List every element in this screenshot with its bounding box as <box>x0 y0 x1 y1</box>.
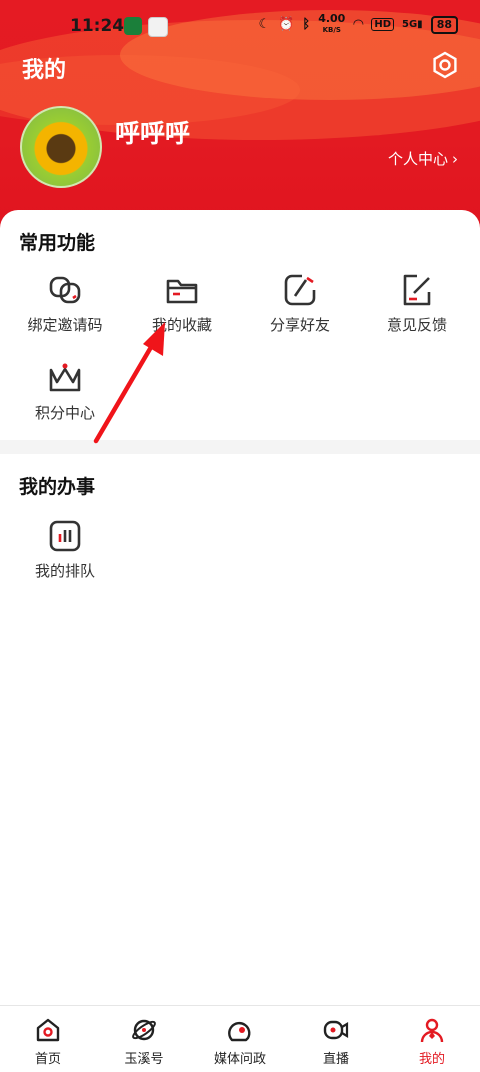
profile-icon <box>420 1018 444 1043</box>
queue-icon <box>49 520 81 552</box>
oppo-app-icon <box>124 17 142 35</box>
planet-icon <box>132 1019 156 1041</box>
my-favorites-item[interactable]: 我的收藏 <box>122 272 242 335</box>
section-title-affairs: 我的办事 <box>19 476 96 498</box>
signal-icon: 5G▮ <box>402 19 423 30</box>
hd-icon: HD <box>371 18 394 31</box>
crown-icon <box>49 363 81 392</box>
bluetooth-icon: ᛒ <box>302 17 311 32</box>
feedback-icon <box>403 274 431 306</box>
folder-icon <box>166 279 198 304</box>
profile-header: 11:24 ☾ ⏰ ᛒ 4.00 KB/S ◠ HD 5G▮ 88 我的 呼呼呼… <box>0 0 480 230</box>
link-icon <box>49 276 81 304</box>
avatar[interactable] <box>20 106 102 188</box>
points-center-item[interactable]: 积分中心 <box>5 360 125 423</box>
nav-live[interactable]: 直播 <box>288 1006 384 1072</box>
settings-icon[interactable] <box>431 51 459 79</box>
media-icon <box>228 1021 251 1042</box>
share-friends-item[interactable]: 分享好友 <box>240 272 360 335</box>
nav-yuxihao[interactable]: 玉溪号 <box>96 1006 192 1072</box>
nav-mine[interactable]: 我的 <box>384 1006 480 1072</box>
my-queue-item[interactable]: 我的排队 <box>5 518 125 581</box>
page-title: 我的 <box>22 58 67 83</box>
game-app-icon <box>148 17 168 37</box>
status-indicators: ☾ ⏰ ᛒ 4.00 KB/S ◠ HD 5G▮ 88 <box>258 12 458 35</box>
battery-indicator: 88 <box>430 15 458 34</box>
share-icon <box>284 274 316 306</box>
functions-card: 常用功能 绑定邀请码 我的收藏 分享好友 意见反馈 积分中心 <box>0 210 480 440</box>
moon-icon: ☾ <box>258 17 271 32</box>
feedback-item[interactable]: 意见反馈 <box>357 272 477 335</box>
net-speed: 4.00 KB/S <box>318 12 346 34</box>
section-title-common: 常用功能 <box>19 232 96 254</box>
alarm-icon: ⏰ <box>278 17 295 32</box>
wifi-icon: ◠ <box>353 17 364 32</box>
live-icon <box>323 1020 349 1040</box>
status-bar: 11:24 ☾ ⏰ ᛒ 4.00 KB/S ◠ HD 5G▮ 88 <box>0 0 480 50</box>
section-divider <box>0 440 480 454</box>
home-icon <box>36 1018 60 1042</box>
bind-invite-code-item[interactable]: 绑定邀请码 <box>5 272 125 335</box>
bottom-nav: 首页 玉溪号 媒体问政 直播 我的 <box>0 1005 480 1072</box>
chevron-right-icon: › <box>452 149 458 168</box>
personal-center-link[interactable]: 个人中心 › <box>388 148 458 169</box>
username: 呼呼呼 <box>115 119 191 148</box>
status-time: 11:24 <box>70 16 125 36</box>
nav-home[interactable]: 首页 <box>0 1006 96 1072</box>
nav-media[interactable]: 媒体问政 <box>192 1006 288 1072</box>
